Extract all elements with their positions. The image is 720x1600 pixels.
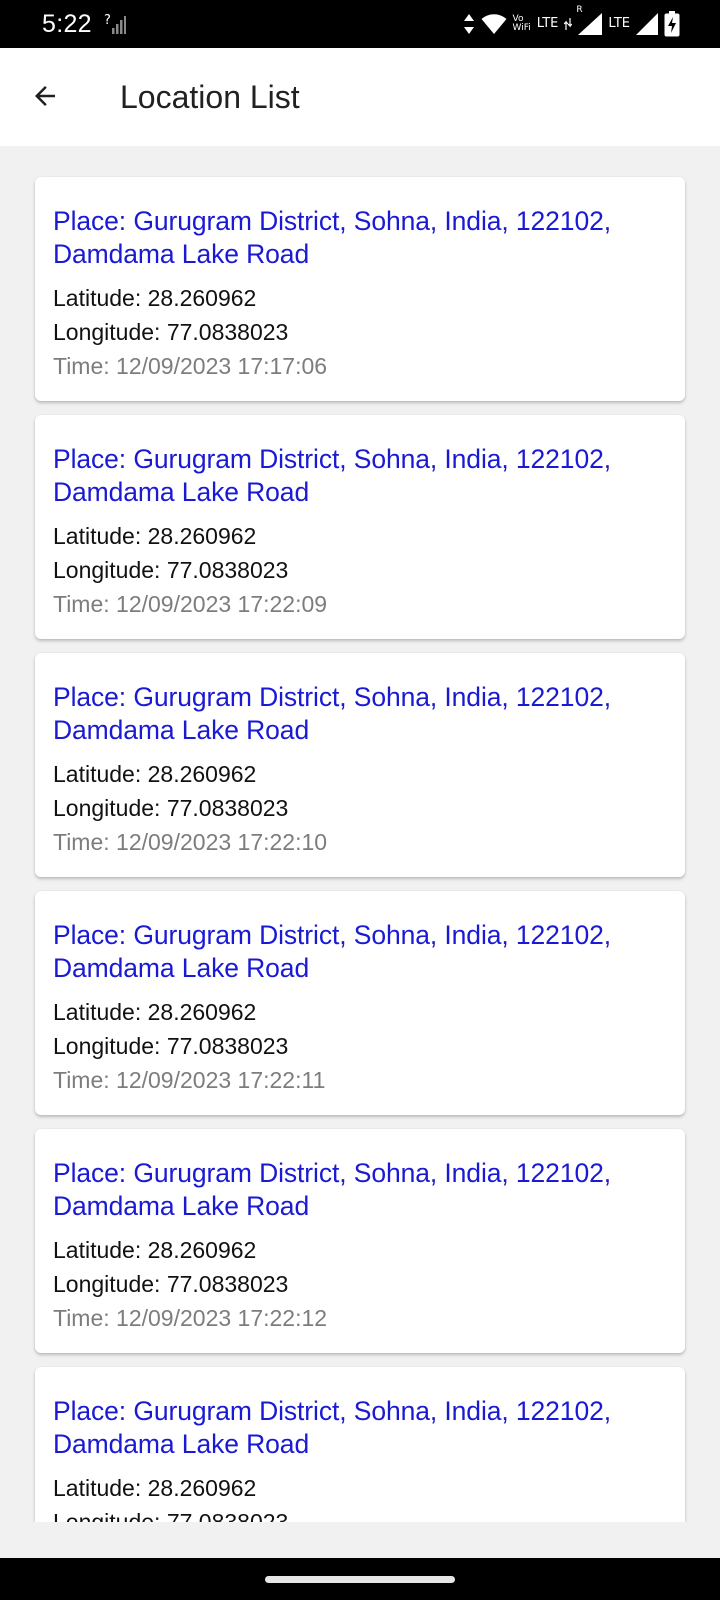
location-card[interactable]: Place: Gurugram District, Sohna, India, … [35,891,685,1115]
signal-icon [636,13,658,35]
place-text: Place: Gurugram District, Sohna, India, … [53,206,611,269]
longitude-text: Longitude: 77.0838023 [53,557,289,583]
latitude-text: Latitude: 28.260962 [53,1475,257,1501]
place-text: Place: Gurugram District, Sohna, India, … [53,682,611,745]
vowifi-icon: Vo WiFi [513,15,531,33]
longitude-text: Longitude: 77.0838023 [53,1271,289,1297]
navigation-bar [0,1558,720,1600]
place-text: Place: Gurugram District, Sohna, India, … [53,1396,611,1459]
lte-signal-icon [564,18,573,30]
data-arrows-icon [463,13,475,35]
status-time: 5:22 [42,10,92,38]
location-card[interactable]: Place: Gurugram District, Sohna, India, … [35,177,685,401]
latitude-text: Latitude: 28.260962 [53,999,257,1025]
latitude-text: Latitude: 28.260962 [53,285,257,311]
status-bar: 5:22 ? Vo WiFi LTE R LTE [0,0,720,48]
location-card[interactable]: Place: Gurugram District, Sohna, India, … [35,1367,685,1522]
home-indicator[interactable] [265,1576,455,1583]
page-title: Location List [120,79,300,115]
svg-text:?: ? [104,13,111,28]
app-bar: Location List [0,48,720,146]
latitude-text: Latitude: 28.260962 [53,1237,257,1263]
longitude-text: Longitude: 77.0838023 [53,319,289,345]
latitude-text: Latitude: 28.260962 [53,523,257,549]
wifi-icon [481,13,507,35]
longitude-text: Longitude: 77.0838023 [53,1033,289,1059]
location-card[interactable]: Place: Gurugram District, Sohna, India, … [35,653,685,877]
location-card[interactable]: Place: Gurugram District, Sohna, India, … [35,1129,685,1353]
place-text: Place: Gurugram District, Sohna, India, … [53,1158,611,1221]
longitude-text: Longitude: 77.0838023 [53,795,289,821]
latitude-text: Latitude: 28.260962 [53,761,257,787]
roaming-label: R [576,5,583,15]
longitude-text: Longitude: 77.0838023 [53,1509,289,1522]
place-text: Place: Gurugram District, Sohna, India, … [53,920,611,983]
time-text: Time: 12/09/2023 17:22:10 [53,829,328,855]
signal-question-icon: ? [104,12,126,36]
back-button[interactable] [20,73,70,123]
time-text: Time: 12/09/2023 17:22:12 [53,1305,328,1331]
battery-charging-icon [664,11,680,37]
time-text: Time: 12/09/2023 17:17:06 [53,353,328,379]
location-list[interactable]: Place: Gurugram District, Sohna, India, … [0,146,720,1522]
arrow-left-icon [30,81,60,116]
location-card[interactable]: Place: Gurugram District, Sohna, India, … [35,415,685,639]
time-text: Time: 12/09/2023 17:22:09 [53,591,328,617]
wifi-label: WiFi [512,23,531,33]
time-text: Time: 12/09/2023 17:22:11 [53,1067,326,1093]
lte-label-1: LTE [536,16,559,31]
roaming-signal-icon: R [576,5,603,35]
lte-label-2: LTE [608,16,630,31]
status-icons: Vo WiFi LTE R LTE [463,5,680,40]
place-text: Place: Gurugram District, Sohna, India, … [53,444,611,507]
